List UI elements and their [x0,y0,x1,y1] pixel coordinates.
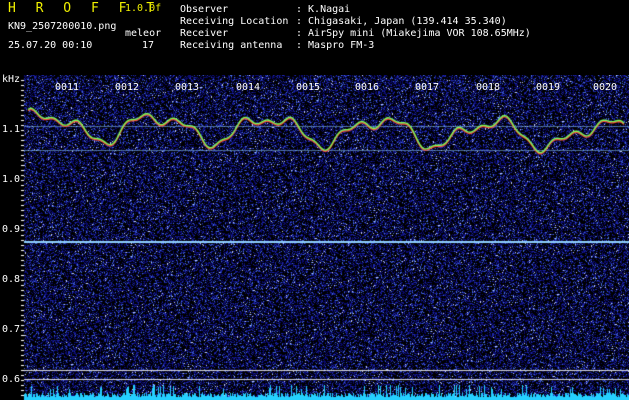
x-tick-label: 0011 [55,82,79,93]
x-tick-label: 0020 [593,82,617,93]
y-tick-label: 0.6 [2,374,20,385]
x-tick-label: 0016 [355,82,379,93]
x-tick-label: 0019 [536,82,560,93]
x-tick-label: 0014 [236,82,260,93]
x-axis: 0011 0012 0013 0014 0015 0016 0017 0018 … [55,82,617,93]
x-tick-label: 0013 [175,82,199,93]
y-tick-label: 1.1 [2,124,20,135]
y-tick-label: 0.8 [2,274,20,285]
x-tick-label: 0015 [296,82,320,93]
overlay-svg: kHz 1.1 1.0 0.9 0.8 0.7 0.6 0011 0012 00… [2,74,617,385]
axis-unit: kHz [2,74,20,85]
y-axis: 1.1 1.0 0.9 0.8 0.7 0.6 [2,124,20,385]
x-tick-label: 0017 [415,82,439,93]
y-tick-label: 1.0 [2,174,20,185]
y-tick-label: 0.9 [2,224,20,235]
y-tick-label: 0.7 [2,324,20,335]
x-tick-label: 0012 [115,82,139,93]
x-tick-label: 0018 [476,82,500,93]
